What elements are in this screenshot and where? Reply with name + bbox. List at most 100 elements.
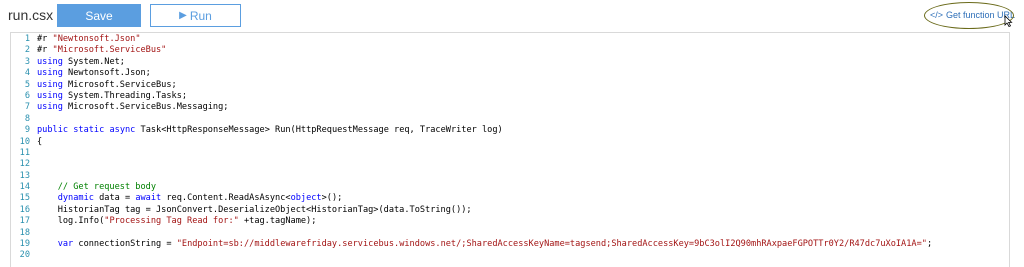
save-button[interactable]: Save xyxy=(57,4,141,27)
line-number: 11 xyxy=(19,147,30,158)
code-token: "Endpoint=sb://middlewarefriday.serviceb… xyxy=(176,239,927,250)
code-token: System.Threading.Tasks; xyxy=(62,90,188,101)
code-token: System.Net; xyxy=(62,56,125,67)
code-token: Microsoft.ServiceBus; xyxy=(62,79,177,90)
scrollbar-marker[interactable] xyxy=(1009,219,1010,221)
code-line: 19 var connectionString = "Endpoint=sb:/… xyxy=(11,239,1009,250)
code-line: 12 xyxy=(11,159,1009,170)
code-token: #r xyxy=(37,34,53,44)
code-line: 16 HistorianTag tag = JsonConvert.Deseri… xyxy=(11,205,1009,216)
line-number: 15 xyxy=(19,193,30,204)
code-text: // Get request body xyxy=(37,182,156,193)
code-line: 17 log.Info("Processing Tag Read for:" +… xyxy=(11,216,1009,227)
line-number: 6 xyxy=(24,90,30,101)
code-text: public static async Task<HttpResponseMes… xyxy=(37,125,503,136)
run-button[interactable]: ▶ Run xyxy=(150,4,241,27)
code-token: { xyxy=(37,136,43,147)
code-text: using Newtonsoft.Json; xyxy=(37,68,151,79)
code-text: using System.Threading.Tasks; xyxy=(37,91,187,102)
line-number: 4 xyxy=(24,68,30,79)
run-button-label: Run xyxy=(189,8,212,23)
code-token: "Processing Tag Read for:" xyxy=(104,216,239,227)
line-number: 5 xyxy=(24,79,30,90)
code-token: +tag.tagName); xyxy=(238,216,317,227)
line-number: 20 xyxy=(19,250,30,261)
code-token: "Microsoft.ServiceBus" xyxy=(52,45,167,56)
code-token: log.Info( xyxy=(37,216,105,227)
code-text: { xyxy=(37,137,42,148)
code-token: public xyxy=(37,125,69,136)
line-number: 3 xyxy=(24,56,30,67)
code-text: using Microsoft.ServiceBus.Messaging; xyxy=(37,102,228,113)
code-line: 3 using System.Net; xyxy=(11,57,1009,68)
code-token: static xyxy=(73,125,105,136)
code-token: HistorianTag tag = JsonConvert.Deseriali… xyxy=(37,204,472,215)
line-number: 12 xyxy=(19,159,30,170)
code-token: dynamic xyxy=(57,193,94,204)
code-line: 10 { xyxy=(11,137,1009,148)
code-token: connectionString = xyxy=(73,239,177,250)
code-token: req.Content.ReadAsAsync< xyxy=(161,193,291,204)
code-token: var xyxy=(57,239,74,250)
code-line: 1 #r "Newtonsoft.Json" xyxy=(11,34,1009,45)
code-token: Task<HttpResponseMessage> Run(HttpReques… xyxy=(135,125,503,136)
code-text: log.Info("Processing Tag Read for:" +tag… xyxy=(37,216,317,227)
code-token: async xyxy=(109,125,136,136)
code-text: dynamic data = await req.Content.ReadAsA… xyxy=(37,193,343,204)
code-line: 14 // Get request body xyxy=(11,182,1009,193)
line-number: 8 xyxy=(24,113,30,124)
play-icon: ▶ xyxy=(179,10,187,21)
editor-toolbar: run.csx Save ▶ Run </> Get function URL xyxy=(0,0,1024,32)
code-token: >(); xyxy=(321,193,343,204)
code-token: using xyxy=(37,79,63,90)
code-icon: </> xyxy=(930,10,944,20)
code-token: Microsoft.ServiceBus.Messaging; xyxy=(62,102,229,113)
code-line: 7 using Microsoft.ServiceBus.Messaging; xyxy=(11,102,1009,113)
line-number: 13 xyxy=(19,170,30,181)
code-token: using xyxy=(37,68,63,79)
code-token: data = xyxy=(93,193,136,204)
code-line: 8 xyxy=(11,114,1009,125)
line-number: 19 xyxy=(19,239,30,250)
code-editor[interactable]: 1 #r "Newtonsoft.Json" 2 #r "Microsoft.Serv… xyxy=(10,32,1010,267)
code-line: 4 using Newtonsoft.Json; xyxy=(11,68,1009,79)
code-line: 11 xyxy=(11,148,1009,159)
code-text: using Microsoft.ServiceBus; xyxy=(37,80,177,91)
code-text: #r "Newtonsoft.Json" xyxy=(37,34,141,45)
code-line: 13 xyxy=(11,171,1009,182)
code-line: 2 #r "Microsoft.ServiceBus" xyxy=(11,45,1009,56)
code-token: // Get request body xyxy=(37,182,156,193)
code-line: 9 public static async Task<HttpResponseMe… xyxy=(11,125,1009,136)
code-line: 6 using System.Threading.Tasks; xyxy=(11,91,1009,102)
code-token: "Newtonsoft.Json" xyxy=(52,34,141,44)
get-function-url-link[interactable]: </> Get function URL xyxy=(930,10,1015,20)
line-number: 2 xyxy=(24,45,30,56)
line-number: 10 xyxy=(19,136,30,147)
line-number: 16 xyxy=(19,204,30,215)
code-token: using xyxy=(37,102,63,113)
line-number: 14 xyxy=(19,182,30,193)
code-token: await xyxy=(135,193,162,204)
code-token: #r xyxy=(37,45,53,56)
code-token: object xyxy=(290,193,322,204)
mouse-cursor-icon xyxy=(1004,15,1013,27)
code-text: var connectionString = "Endpoint=sb://mi… xyxy=(37,239,932,250)
code-text: #r "Microsoft.ServiceBus" xyxy=(37,45,166,56)
code-text: HistorianTag tag = JsonConvert.Deseriali… xyxy=(37,205,472,216)
code-line: 15 dynamic data = await req.Content.Read… xyxy=(11,193,1009,204)
code-token: Newtonsoft.Json; xyxy=(62,68,151,79)
line-number: 17 xyxy=(19,216,30,227)
code-line: 20 xyxy=(11,250,1009,261)
code-line: 5 using Microsoft.ServiceBus; xyxy=(11,80,1009,91)
line-number: 9 xyxy=(24,125,30,136)
file-name: run.csx xyxy=(8,7,54,23)
code-text: using System.Net; xyxy=(37,57,125,68)
line-number: 7 xyxy=(24,102,30,113)
code-lines: 1 #r "Newtonsoft.Json" 2 #r "Microsoft.Serv… xyxy=(11,33,1009,262)
line-number: 18 xyxy=(19,227,30,238)
code-token: using xyxy=(37,90,63,101)
code-token: using xyxy=(37,56,63,67)
line-number: 1 xyxy=(24,34,30,44)
